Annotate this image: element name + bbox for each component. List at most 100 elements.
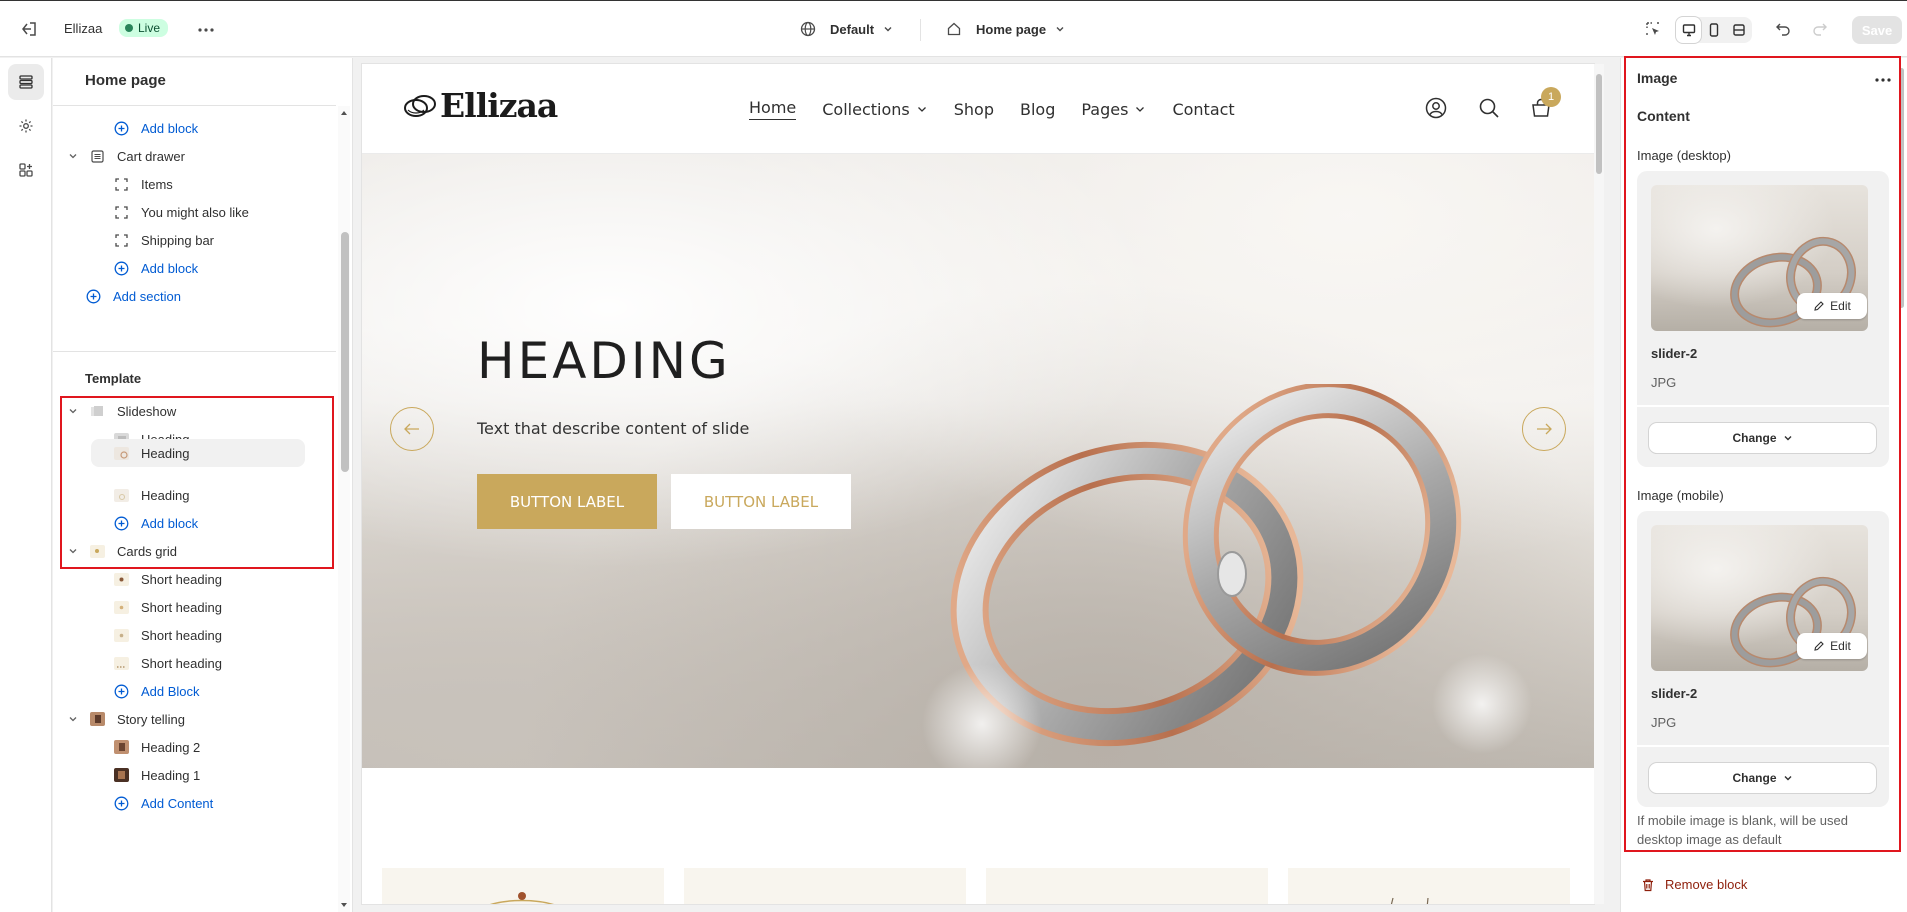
- nav-home[interactable]: Home: [749, 98, 797, 120]
- section-story-telling[interactable]: Story telling: [65, 705, 185, 733]
- highlight-box: [60, 396, 334, 569]
- block-short-heading[interactable]: Short heading: [113, 649, 222, 677]
- more-icon[interactable]: [196, 22, 216, 38]
- account-icon[interactable]: [1425, 97, 1447, 119]
- add-section-link[interactable]: Add section: [85, 282, 181, 310]
- chevron-down-icon: [1136, 107, 1145, 112]
- main-nav: Home Collections Shop Blog Pages Contact: [749, 98, 1235, 120]
- site-logo[interactable]: Ellizaa: [402, 86, 558, 125]
- block-heading-1[interactable]: Heading 1: [113, 761, 200, 789]
- story-thumbnail-icon: [113, 767, 129, 783]
- nav-pages[interactable]: Pages: [1081, 98, 1146, 120]
- sidebar-scrollbar[interactable]: [338, 106, 350, 912]
- inspector-icon[interactable]: [1644, 20, 1662, 38]
- nav-collections-label: Collections: [822, 99, 910, 119]
- plus-circle-icon: [113, 795, 129, 811]
- add-section-label: Add section: [113, 288, 181, 304]
- scroll-down-icon[interactable]: [338, 900, 350, 910]
- block-frame-icon: [113, 204, 129, 220]
- prev-slide-button[interactable]: [390, 407, 434, 451]
- add-content-label: Add Content: [141, 795, 214, 811]
- next-slide-button[interactable]: [1522, 407, 1566, 451]
- hero-secondary-button[interactable]: BUTTON LABEL: [671, 474, 851, 529]
- hero-primary-button[interactable]: BUTTON LABEL: [477, 474, 657, 529]
- hero-text: Text that describe content of slide: [477, 419, 750, 438]
- template-label: Template: [85, 371, 142, 386]
- nav-blog[interactable]: Blog: [1020, 98, 1055, 120]
- canvas-scrollbar[interactable]: [1594, 64, 1604, 904]
- settings-gear-icon[interactable]: [8, 108, 44, 144]
- nav-pages-label: Pages: [1081, 99, 1129, 119]
- card-thumbnail-icon: [113, 655, 129, 671]
- fullscreen-view-icon[interactable]: [1727, 17, 1752, 43]
- desktop-view-icon[interactable]: [1676, 17, 1702, 43]
- card-placeholder: [684, 868, 966, 904]
- remove-block-button[interactable]: Remove block: [1641, 877, 1747, 892]
- divider: [920, 19, 921, 41]
- nav-collections[interactable]: Collections: [822, 98, 927, 120]
- apps-icon[interactable]: [8, 152, 44, 188]
- chevron-down-icon[interactable]: [65, 151, 81, 161]
- story-thumbnail-icon: [113, 739, 129, 755]
- card-thumbnail-icon: [113, 627, 129, 643]
- hero-slide[interactable]: HEADING Text that describe content of sl…: [362, 154, 1594, 768]
- add-block-link[interactable]: Add block: [113, 254, 198, 282]
- preview-canvas[interactable]: Ellizaa Home Collections Shop Blog Pages…: [362, 64, 1594, 904]
- card-image: [1390, 897, 1429, 904]
- theme-select[interactable]: Default: [800, 21, 894, 37]
- section-cart-drawer[interactable]: Cart drawer: [65, 142, 185, 170]
- sidebar-title: Home page: [85, 72, 166, 89]
- divider: [53, 351, 336, 352]
- left-rail: [0, 58, 52, 912]
- cart-drawer-icon: [89, 148, 105, 164]
- block-short-heading[interactable]: Short heading: [113, 565, 222, 593]
- add-block-label: Add block: [141, 260, 199, 276]
- block-label: Short heading: [141, 627, 222, 643]
- card-thumbnail-icon: [113, 571, 129, 587]
- device-view-toggle: [1676, 17, 1752, 43]
- theme-select-label: Default: [830, 21, 875, 37]
- add-block-link[interactable]: Add block: [113, 114, 198, 142]
- block-short-heading[interactable]: Short heading: [113, 621, 222, 649]
- exit-icon[interactable]: [20, 20, 38, 38]
- arrow-right-icon: [1537, 423, 1552, 435]
- chevron-down-icon: [1056, 27, 1064, 32]
- sections-icon[interactable]: [8, 64, 44, 100]
- highlight-box: [1624, 56, 1901, 852]
- block-label: You might also like: [141, 204, 249, 220]
- globe-icon: [800, 21, 816, 37]
- scroll-thumb[interactable]: [1596, 74, 1602, 174]
- search-icon[interactable]: [1478, 97, 1500, 119]
- nav-shop[interactable]: Shop: [954, 98, 994, 120]
- block-shipping-bar[interactable]: Shipping bar: [113, 226, 214, 254]
- undo-icon[interactable]: [1775, 21, 1791, 37]
- card-placeholder: [382, 868, 664, 904]
- section-label: Story telling: [117, 711, 185, 727]
- scroll-up-icon[interactable]: [338, 108, 350, 118]
- block-items[interactable]: Items: [113, 170, 173, 198]
- block-label: Short heading: [141, 655, 222, 671]
- rings-logo-icon: [404, 94, 436, 117]
- add-block-link[interactable]: Add Block: [113, 677, 200, 705]
- mobile-view-icon[interactable]: [1701, 17, 1726, 43]
- story-thumbnail-icon: [89, 711, 105, 727]
- card-image: [490, 892, 554, 904]
- card-placeholder: [986, 868, 1268, 904]
- section-label: Cart drawer: [117, 148, 185, 164]
- chevron-down-icon[interactable]: [65, 714, 81, 724]
- remove-block-label: Remove block: [1665, 877, 1748, 892]
- save-button[interactable]: Save: [1852, 16, 1902, 44]
- block-short-heading[interactable]: Short heading: [113, 593, 222, 621]
- block-you-might-also-like[interactable]: You might also like: [113, 198, 249, 226]
- nav-contact[interactable]: Contact: [1172, 98, 1234, 120]
- plus-circle-icon: [113, 683, 129, 699]
- trash-icon: [1643, 878, 1653, 891]
- scroll-thumb[interactable]: [341, 232, 349, 472]
- redo-icon[interactable]: [1812, 21, 1828, 37]
- divider: [53, 105, 336, 106]
- add-content-link[interactable]: Add Content: [113, 789, 213, 817]
- chevron-down-icon: [884, 27, 892, 32]
- block-frame-icon: [113, 176, 129, 192]
- page-select[interactable]: Home page: [946, 21, 1066, 37]
- block-heading-2[interactable]: Heading 2: [113, 733, 200, 761]
